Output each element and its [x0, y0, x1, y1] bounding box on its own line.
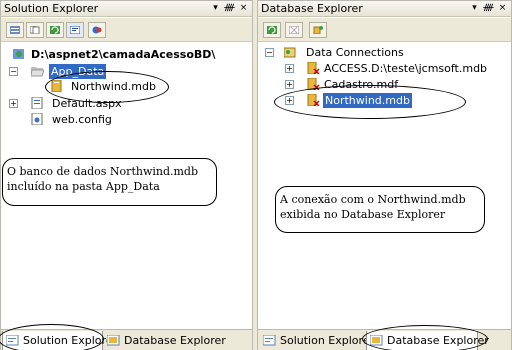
- solution-explorer-toolbar: [1, 18, 252, 42]
- database-explorer-titlebar: Database Explorer ▾ ᚎ ×: [258, 1, 511, 17]
- web-config-label: web.config: [52, 113, 112, 126]
- annotation-text: O banco de dados Northwind.mdb incluído …: [7, 165, 199, 193]
- web-form-icon: [31, 97, 43, 109]
- tab-solution-explorer[interactable]: Solution Explorer: [260, 331, 374, 350]
- view-code-icon: [70, 26, 80, 34]
- annotation-callout: O banco de dados Northwind.mdb incluído …: [2, 158, 217, 206]
- properties-button[interactable]: [6, 22, 24, 38]
- annotation-callout: A conexão com o Northwind.mdb exibida no…: [275, 186, 485, 233]
- solution-explorer-titlebar: Solution Explorer ▾ ᚎ ×: [1, 1, 252, 17]
- highlight-ellipse: [45, 71, 169, 103]
- database-explorer-panel: Database Explorer ▾ ᚎ × − Data Connectio…: [257, 0, 512, 350]
- solution-explorer-panel: Solution Explorer ▾ ᚎ × D:\aspnet2\camad…: [0, 0, 253, 350]
- auto-hide-pin-icon[interactable]: ᚎ: [482, 2, 495, 15]
- refresh-icon: [50, 26, 60, 34]
- config-file-icon: [31, 113, 43, 125]
- highlight-ellipse: [274, 85, 466, 119]
- data-connections-label: Data Connections: [306, 46, 404, 59]
- highlight-ellipse: [362, 325, 488, 350]
- connect-to-database-button[interactable]: [309, 22, 327, 38]
- stop-refresh-button[interactable]: [285, 22, 303, 38]
- collapse-icon[interactable]: −: [265, 48, 274, 57]
- properties-icon: [10, 26, 20, 34]
- connect-database-icon: [313, 26, 323, 34]
- solution-explorer-icon: [263, 335, 276, 346]
- database-explorer-title: Database Explorer: [261, 2, 363, 15]
- refresh-icon: [267, 26, 277, 34]
- highlight-ellipse: [0, 324, 104, 350]
- view-designer-icon: [92, 26, 102, 34]
- database-connection-icon: [307, 62, 320, 74]
- stop-icon: [289, 26, 299, 34]
- database-explorer-toolbar: [258, 18, 511, 42]
- auto-hide-pin-icon[interactable]: ᚎ: [223, 2, 236, 15]
- refresh-button[interactable]: [46, 22, 64, 38]
- collapse-icon[interactable]: −: [9, 67, 18, 76]
- window-position-dropdown-icon[interactable]: ▾: [209, 2, 222, 15]
- tab-solution-explorer-label: Solution Explorer: [280, 334, 375, 347]
- show-all-files-icon: [30, 26, 40, 34]
- project-root-label: D:\aspnet2\camadaAcessoBD\: [31, 48, 216, 61]
- tab-database-explorer-label: Database Explorer: [124, 334, 226, 347]
- tab-database-explorer[interactable]: Database Explorer: [104, 331, 226, 350]
- show-all-files-button[interactable]: [26, 22, 44, 38]
- database-explorer-icon: [107, 335, 120, 346]
- view-code-button[interactable]: [66, 22, 84, 38]
- data-connections-icon: [284, 47, 296, 58]
- connection-access-label: ACCESS.D:\teste\jcmsoft.mdb: [324, 62, 488, 75]
- close-icon[interactable]: ×: [496, 2, 509, 15]
- refresh-button[interactable]: [263, 22, 281, 38]
- expand-icon[interactable]: +: [285, 80, 294, 89]
- annotation-text: A conexão com o Northwind.mdb exibida no…: [280, 193, 466, 221]
- expand-icon[interactable]: +: [285, 64, 294, 73]
- close-icon[interactable]: ×: [237, 2, 250, 15]
- expand-icon[interactable]: +: [9, 99, 18, 108]
- open-folder-icon: [31, 67, 44, 77]
- web-project-icon: [13, 49, 24, 59]
- view-designer-button[interactable]: [88, 22, 106, 38]
- window-position-dropdown-icon[interactable]: ▾: [468, 2, 481, 15]
- solution-explorer-title: Solution Explorer: [4, 2, 99, 15]
